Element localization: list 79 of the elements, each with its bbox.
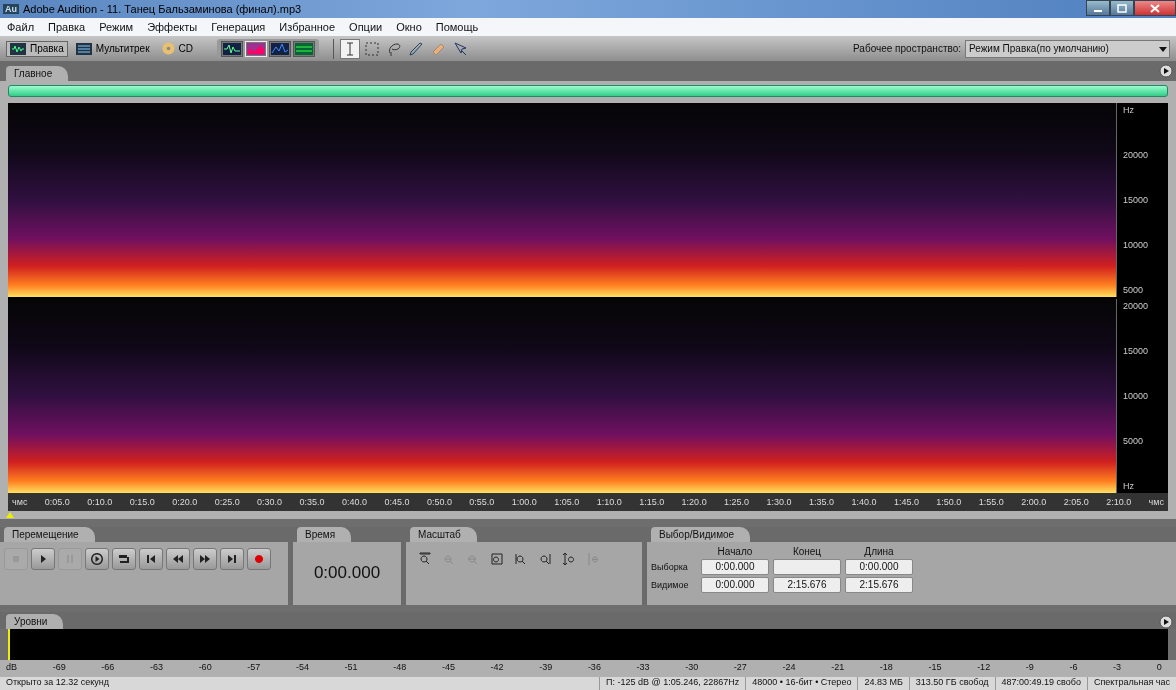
mode-button[interactable]: Мультитрек — [71, 40, 154, 57]
menu-item[interactable]: Режим — [99, 20, 134, 33]
time-display: 0:00.000 — [313, 563, 381, 584]
time-field[interactable] — [773, 558, 841, 575]
close-icon — [1150, 3, 1160, 13]
row-label: Видимое — [651, 579, 690, 590]
status-text: 487:00:49.19 свобо — [994, 677, 1087, 690]
tracks-icon — [75, 42, 92, 55]
status-text: П: -125 dB @ 1:05.246, 22867Hz — [599, 677, 746, 690]
panel-menu-icon[interactable] — [1159, 64, 1173, 79]
magnifier-icon — [514, 551, 528, 566]
magnifier-icon — [490, 551, 504, 566]
phase-view-icon — [294, 42, 313, 55]
column-header: Начало — [716, 545, 754, 557]
magnifier-icon — [538, 551, 552, 566]
play-cursor-button[interactable] — [85, 547, 109, 570]
status-text: Спектральная час — [1086, 677, 1176, 690]
menu-item[interactable]: Правка — [48, 20, 86, 33]
status-text: 24.83 МБ — [857, 677, 909, 690]
close-button[interactable] — [1134, 0, 1176, 16]
row-label: Выборка — [651, 561, 689, 572]
play-cursor-icon — [90, 551, 104, 566]
pan-view-button[interactable] — [268, 40, 291, 57]
rewind-button[interactable] — [166, 547, 190, 570]
marquee-tool-icon — [363, 40, 380, 57]
playhead-marker-icon[interactable] — [6, 511, 14, 518]
magnifier-icon — [586, 551, 600, 566]
scrub-tool-icon — [451, 40, 468, 57]
menu-item[interactable]: Помощь — [435, 20, 479, 33]
menu-item[interactable]: Опции — [349, 20, 383, 33]
status-text: 48000 • 16-бит • Стерео — [745, 677, 858, 690]
disc-icon — [161, 42, 175, 56]
play-button[interactable] — [31, 547, 55, 570]
waveform-view-button[interactable] — [220, 40, 243, 57]
menu-item[interactable]: Избранное — [279, 20, 336, 33]
window-title: Adobe Audition - 11. Танец Бальзаминова (финал).mp3 — [23, 2, 302, 15]
menu-item[interactable]: Окно — [396, 20, 422, 33]
maximize-icon — [1117, 3, 1127, 13]
panel-menu-icon[interactable] — [1159, 614, 1173, 629]
status-text: Открыто за 12.32 секунд — [5, 677, 110, 690]
workspace-label: Рабочее пространство: — [853, 43, 961, 55]
time-field[interactable]: 0:00.000 — [701, 576, 769, 593]
magnifier-icon — [418, 551, 432, 566]
status-text: 313.50 ГБ свобод — [908, 677, 995, 690]
end-button[interactable] — [220, 547, 244, 570]
pan-view-icon — [270, 42, 289, 55]
loop-button[interactable] — [112, 547, 136, 570]
time-field[interactable]: 2:15.676 — [773, 576, 841, 593]
menu-item[interactable]: Файл — [7, 20, 35, 33]
start-button[interactable] — [139, 547, 163, 570]
column-header: Длина — [863, 545, 895, 557]
workspace-dropdown[interactable]: Режим Правка(по умолчанию) — [965, 39, 1170, 58]
time-field[interactable]: 0:00.000 — [845, 558, 913, 575]
panel-tab[interactable]: Главное — [6, 65, 69, 81]
waveform-icon — [10, 42, 26, 55]
spectral-view-icon — [246, 42, 265, 55]
column-header: Конец — [791, 545, 823, 557]
panel-tab[interactable]: Выбор/Видимое — [651, 526, 751, 542]
time-field[interactable]: 2:15.676 — [845, 576, 913, 593]
waveform-view-icon — [222, 42, 241, 55]
magnifier-icon — [562, 551, 576, 566]
time-field[interactable]: 0:00.000 — [701, 558, 769, 575]
time-tool-button[interactable] — [339, 38, 360, 59]
panel-tab[interactable]: Уровни — [6, 613, 64, 629]
panel-tab[interactable]: Масштаб — [410, 526, 477, 542]
brush-tool-icon — [407, 40, 424, 57]
forward-button[interactable] — [193, 547, 217, 570]
menu-item[interactable]: Эффекты — [147, 20, 198, 33]
panel-tab[interactable]: Время — [297, 526, 352, 542]
mode-button[interactable]: Правка — [6, 40, 68, 57]
app-icon: Au — [3, 3, 19, 14]
menu-item[interactable]: Генерация — [211, 20, 266, 33]
maximize-button[interactable] — [1110, 0, 1134, 16]
panel-tab[interactable]: Перемещение — [4, 526, 95, 542]
mode-button[interactable]: CD — [157, 40, 197, 58]
phase-view-button[interactable] — [292, 40, 315, 57]
overview-bar[interactable] — [8, 84, 1168, 97]
spectral-view-button[interactable] — [244, 40, 267, 57]
minimize-button[interactable] — [1086, 0, 1110, 16]
